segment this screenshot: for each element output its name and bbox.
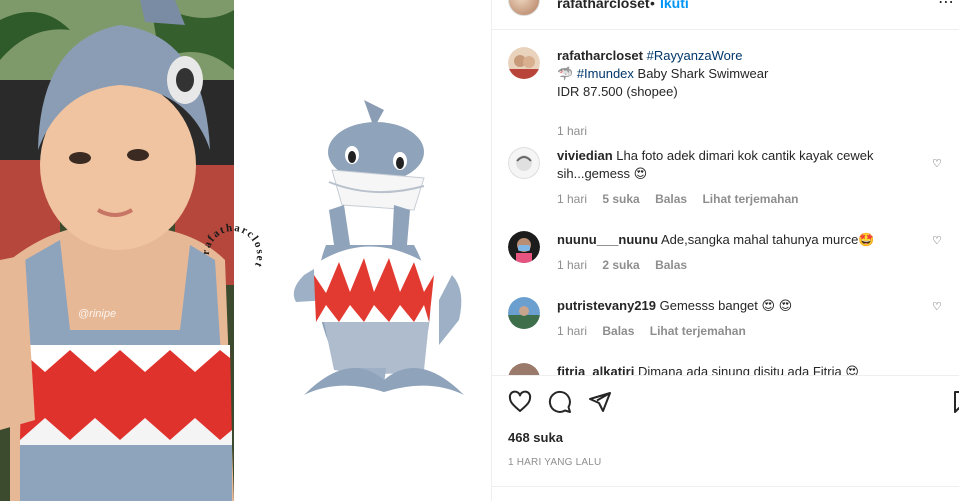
caption-product: Baby Shark Swimwear	[637, 66, 769, 81]
post-sidebar: rafatharcloset • Ikuti ⋯ rafatharcloset …	[492, 0, 959, 501]
caption-hashtag[interactable]: #RayyanzaWore	[647, 48, 743, 63]
comment-likes[interactable]: 2 suka	[602, 258, 639, 272]
post-actions	[492, 376, 959, 426]
author-avatar[interactable]	[508, 0, 540, 16]
commenter-avatar[interactable]	[508, 147, 540, 179]
comment-username[interactable]: fitria_alkatiri	[557, 364, 634, 375]
caption-time: 1 hari	[557, 124, 588, 138]
comment-username[interactable]: nuunu___nuunu	[557, 232, 658, 247]
like-comment-icon[interactable]: ♡	[932, 300, 942, 313]
like-comment-icon[interactable]: ♡	[932, 157, 942, 170]
likes-count[interactable]: 468 suka	[508, 430, 563, 445]
comment-text: Ade,sangka mahal tahunya murce🤩	[661, 232, 875, 247]
comment-likes[interactable]: 5 suka	[602, 192, 639, 206]
follow-button[interactable]: Ikuti	[660, 0, 689, 11]
commenter-avatar[interactable]	[508, 231, 540, 263]
shark-emoji: 🦈	[557, 66, 574, 81]
author-username[interactable]: rafatharcloset	[557, 0, 650, 11]
like-heart-icon[interactable]	[508, 390, 532, 414]
brand-logo-stamp: rafatharcloset	[200, 222, 266, 270]
author-avatar[interactable]	[508, 47, 540, 79]
post-header: rafatharcloset • Ikuti ⋯	[492, 0, 959, 30]
comment-time: 1 hari	[557, 192, 588, 206]
photo-watermark: @rinipe	[78, 308, 117, 320]
reply-button[interactable]: Balas	[655, 258, 687, 272]
reply-button[interactable]: Balas	[602, 324, 634, 338]
bookmark-icon[interactable]	[954, 390, 959, 414]
comment-bubble-icon[interactable]	[548, 390, 572, 414]
product-photo	[234, 0, 491, 501]
caption-hashtag-brand[interactable]: #Imundex	[577, 66, 634, 81]
header-separator: •	[650, 0, 655, 11]
baby-photo: @rinipe	[0, 0, 234, 501]
reply-button[interactable]: Balas	[655, 192, 687, 206]
caption-price: IDR 87.500 (shopee)	[557, 84, 678, 99]
translate-button[interactable]: Lihat terjemahan	[650, 324, 746, 338]
comment-username[interactable]: viviedian	[557, 148, 613, 163]
more-options-icon[interactable]: ⋯	[938, 0, 955, 12]
post-photo[interactable]: @rinipe rafatharcloset	[0, 0, 491, 501]
svg-text:rafatharcloset: rafatharcloset	[200, 222, 266, 270]
comment-time: 1 hari	[557, 324, 588, 338]
section-divider	[492, 486, 959, 487]
comment-text: Gemesss banget 😍 😍	[659, 298, 793, 313]
comments-list[interactable]: rafatharcloset #RayyanzaWore 🦈 #Imundex …	[492, 31, 959, 375]
like-comment-icon[interactable]: ♡	[932, 234, 942, 247]
commenter-avatar[interactable]	[508, 297, 540, 329]
share-send-icon[interactable]	[588, 390, 612, 414]
post-date: 1 HARI YANG LALU	[508, 457, 602, 468]
commenter-avatar[interactable]	[508, 363, 540, 375]
caption-username[interactable]: rafatharcloset	[557, 48, 643, 63]
comment-username[interactable]: putristevany219	[557, 298, 656, 313]
translate-button[interactable]: Lihat terjemahan	[702, 192, 798, 206]
comment-time: 1 hari	[557, 258, 588, 272]
comment-text: Dimana ada sinung disitu ada Fitria 😍	[637, 364, 859, 375]
